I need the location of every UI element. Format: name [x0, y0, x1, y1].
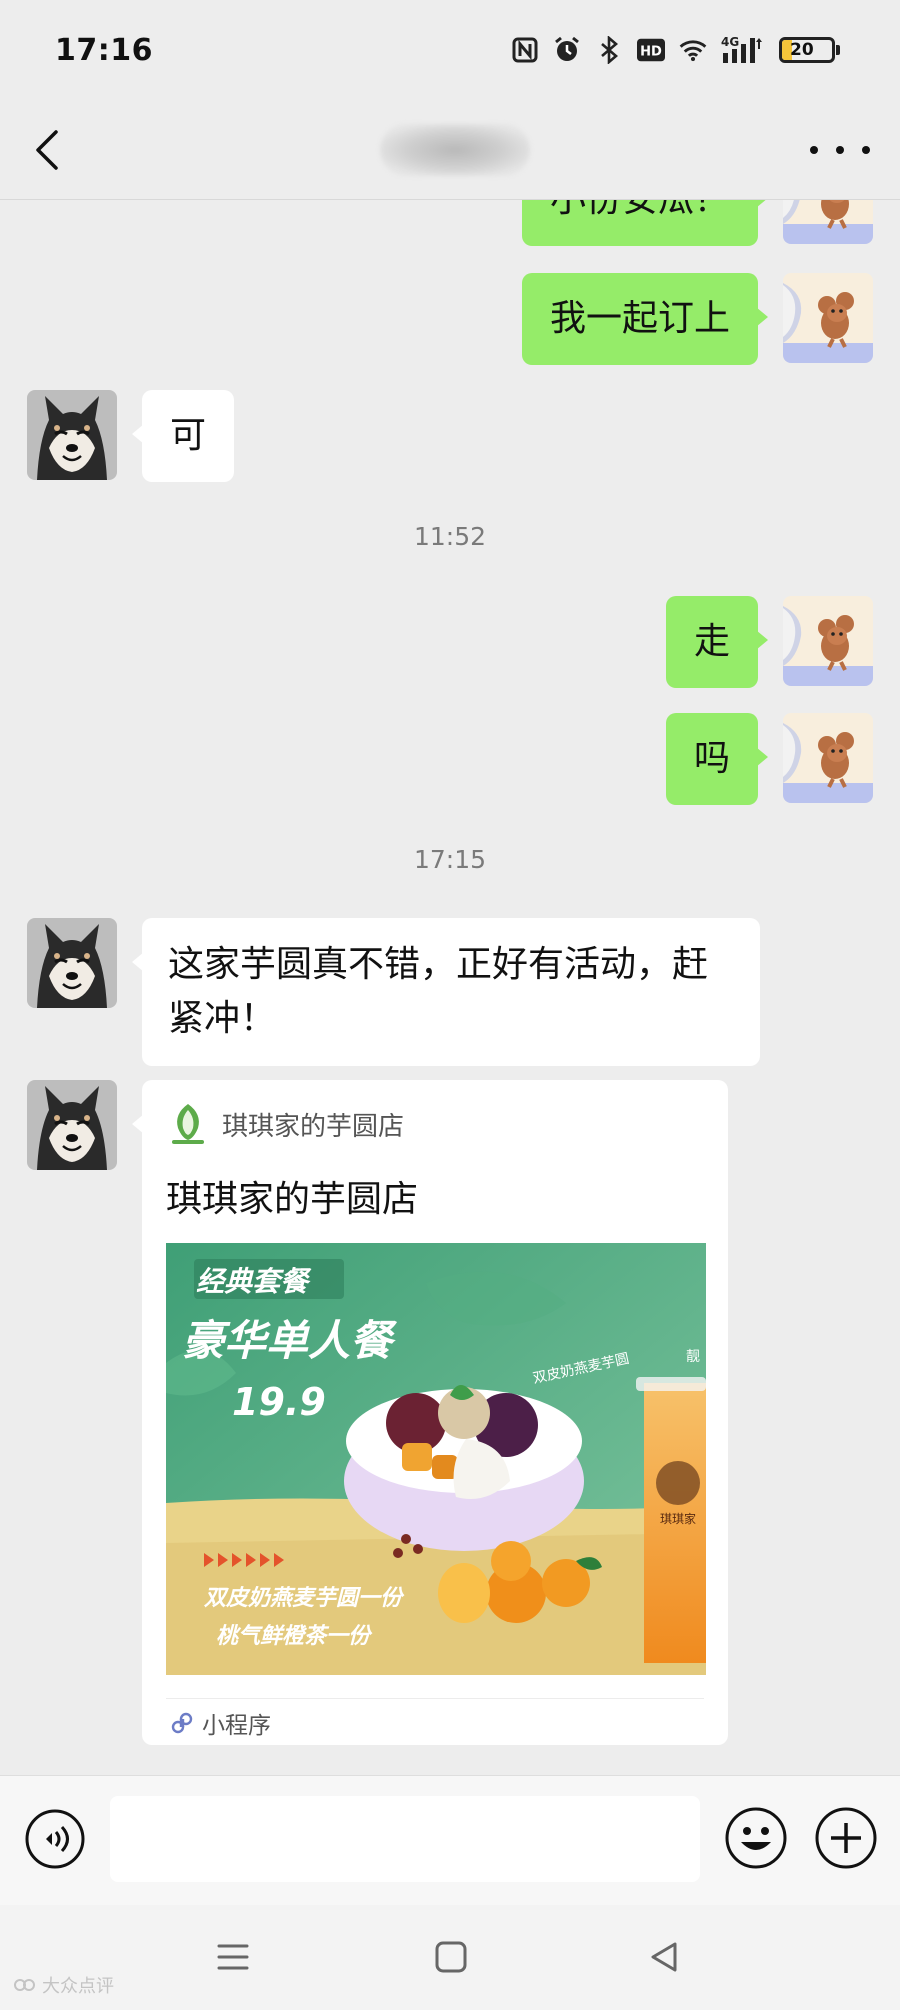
poster-tag: 经典套餐	[196, 1265, 312, 1298]
message-text: 这家芋圆真不错，正好有活动，赶紧冲！	[168, 944, 709, 1039]
status-time: 17:16	[55, 32, 153, 68]
my-avatar[interactable]	[783, 713, 873, 803]
message-text: 可	[170, 415, 207, 456]
promo-poster-image[interactable]: 经典套餐 豪华单人餐 19.9 双皮奶燕麦芋圆 琪琪家 靓 双皮奶燕麦芋圆一份 …	[166, 1243, 706, 1675]
mini-program-divider	[166, 1698, 704, 1699]
home-icon	[435, 1941, 467, 1973]
input-bar	[0, 1775, 900, 1905]
poster-item-2: 桃气鲜橙茶一份	[216, 1624, 373, 1649]
poster-price: 19.9	[232, 1380, 326, 1424]
system-back-button[interactable]	[645, 1937, 685, 1977]
voice-icon	[25, 1809, 85, 1869]
chat-area[interactable]: 小份安瓜？ 我一起订上 可 11:52 走	[0, 200, 900, 1775]
mini-program-title: 琪琪家的芋圆店	[166, 1179, 419, 1220]
mini-program-footer: 小程序	[170, 1706, 271, 1740]
signal-icon: 4G	[721, 35, 765, 64]
jerry-mouse-avatar-image	[783, 200, 873, 244]
promo-poster: 经典套餐 豪华单人餐 19.9 双皮奶燕麦芋圆 琪琪家 靓 双皮奶燕麦芋圆一份 …	[166, 1243, 706, 1675]
my-avatar[interactable]	[783, 596, 873, 686]
watermark: 大众点评	[14, 1972, 114, 1998]
system-navigation-bar	[0, 1905, 900, 2010]
battery-icon: 20	[779, 37, 840, 63]
shiba-dog-avatar-image	[27, 390, 117, 480]
timestamp: 11:52	[413, 522, 487, 551]
message-bubble[interactable]: 这家芋圆真不错，正好有活动，赶紧冲！	[132, 918, 760, 1066]
home-button[interactable]	[431, 1937, 471, 1977]
battery-level: 20	[790, 40, 814, 60]
battery-body: 20	[779, 37, 835, 63]
svg-text:4G: 4G	[721, 35, 739, 49]
message-text: 走	[693, 621, 730, 662]
message-text: 我一起订上	[549, 298, 730, 339]
friend-avatar[interactable]	[27, 390, 117, 480]
jerry-mouse-avatar-image	[783, 713, 873, 803]
back-triangle-icon	[651, 1942, 677, 1972]
my-avatar[interactable]	[783, 200, 873, 244]
message-bubble[interactable]: 我一起订上	[521, 273, 769, 365]
chevron-left-icon	[36, 130, 58, 170]
shiba-dog-avatar-image	[27, 918, 117, 1008]
friend-avatar[interactable]	[27, 918, 117, 1008]
shiba-dog-avatar-image	[27, 1080, 117, 1170]
poster-side-text: 靓	[686, 1349, 700, 1365]
store-logo-icon	[172, 1104, 204, 1144]
status-icons: HD 4G 20	[511, 35, 840, 64]
mini-program-label: 小程序	[202, 1713, 271, 1739]
hd-icon: HD	[637, 36, 665, 64]
mini-program-source: 琪琪家的芋圆店	[222, 1111, 405, 1142]
recent-apps-button[interactable]	[213, 1937, 253, 1977]
watermark-text: 大众点评	[42, 1976, 114, 1997]
timestamp: 17:15	[413, 845, 487, 874]
voice-button[interactable]	[24, 1808, 86, 1870]
watermark-logo-icon	[14, 1979, 35, 1991]
jerry-mouse-avatar-image	[783, 273, 873, 363]
bluetooth-icon	[595, 36, 623, 64]
menu-icon	[217, 1944, 249, 1970]
message-bubble[interactable]: 可	[131, 390, 235, 482]
message-bubble[interactable]: 吗	[665, 713, 769, 805]
emoji-icon	[725, 1807, 787, 1869]
poster-headline: 豪华单人餐	[182, 1316, 398, 1365]
jerry-mouse-avatar-image	[783, 596, 873, 686]
emoji-button[interactable]	[724, 1806, 788, 1870]
plus-button[interactable]	[814, 1806, 878, 1870]
message-bubble[interactable]: 小份安瓜？	[521, 200, 769, 246]
my-avatar[interactable]	[783, 273, 873, 363]
mini-program-icon	[171, 1712, 193, 1734]
nfc-icon	[511, 36, 539, 64]
chat-header	[0, 100, 900, 200]
svg-text:HD: HD	[640, 45, 662, 60]
status-bar: 17:16 HD 4G 20	[0, 0, 900, 100]
plus-icon	[815, 1807, 877, 1869]
message-text: 吗	[693, 738, 730, 779]
back-button[interactable]	[22, 122, 78, 178]
contact-name	[380, 124, 530, 176]
alarm-icon	[553, 36, 581, 64]
mini-program-card[interactable]: 琪琪家的芋圆店 琪琪家的芋圆店 经典套餐 豪华单人餐 19.9 双皮奶燕麦芋圆 …	[132, 1080, 728, 1745]
mini-program-header: 琪琪家的芋圆店	[168, 1102, 404, 1146]
poster-cup-label: 琪琪家	[660, 1511, 696, 1526]
message-text: 小份安瓜？	[550, 200, 730, 220]
friend-avatar[interactable]	[27, 1080, 117, 1170]
more-dots-icon	[810, 146, 818, 154]
poster-item-1: 双皮奶燕麦芋圆一份	[203, 1586, 405, 1611]
message-input[interactable]	[110, 1796, 700, 1882]
more-button[interactable]	[810, 130, 870, 170]
wifi-icon	[679, 36, 707, 64]
message-bubble[interactable]: 走	[665, 596, 769, 688]
